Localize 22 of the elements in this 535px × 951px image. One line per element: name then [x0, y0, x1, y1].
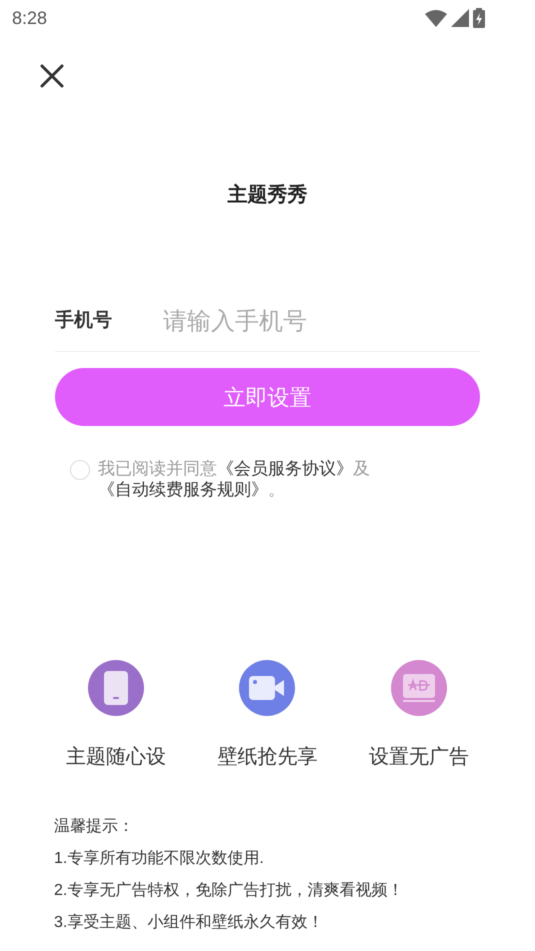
battery-icon: [473, 8, 485, 28]
feature-label: 壁纸抢先享: [217, 745, 318, 770]
tip-text: 1.专享所有功能不限次数使用.: [54, 848, 265, 869]
close-icon: [40, 64, 64, 88]
tip-text: 3.享受主题、小组件和壁纸永久有效！: [54, 912, 324, 933]
phone-icon: [102, 670, 129, 706]
agreement-checkbox[interactable]: [70, 460, 90, 480]
agreement-link[interactable]: 《自动续费服务规则》: [98, 480, 268, 499]
tips-title: 温馨提示：: [54, 816, 135, 837]
video-camera-icon: [249, 676, 286, 700]
feature-label: 设置无广告: [369, 745, 470, 770]
agreement-link[interactable]: 《会员服务协议》: [217, 459, 353, 478]
wifi-icon: [425, 9, 447, 27]
agreement-text: 我已阅读并同意《会员服务协议》及 《自动续费服务规则》。: [98, 458, 371, 500]
feature-label: 主题随心设: [66, 745, 166, 770]
no-ad-icon: [403, 674, 436, 702]
signal-icon: [451, 9, 469, 27]
status-time: 8:28: [12, 6, 48, 30]
phone-input-field[interactable]: 请输入手机号: [163, 304, 480, 340]
tip-text: 2.专享无广告特权，免除广告打扰，清爽看视频！: [54, 880, 404, 901]
app-title: 主题秀秀: [228, 182, 308, 208]
phone-label: 手机号: [55, 308, 113, 334]
